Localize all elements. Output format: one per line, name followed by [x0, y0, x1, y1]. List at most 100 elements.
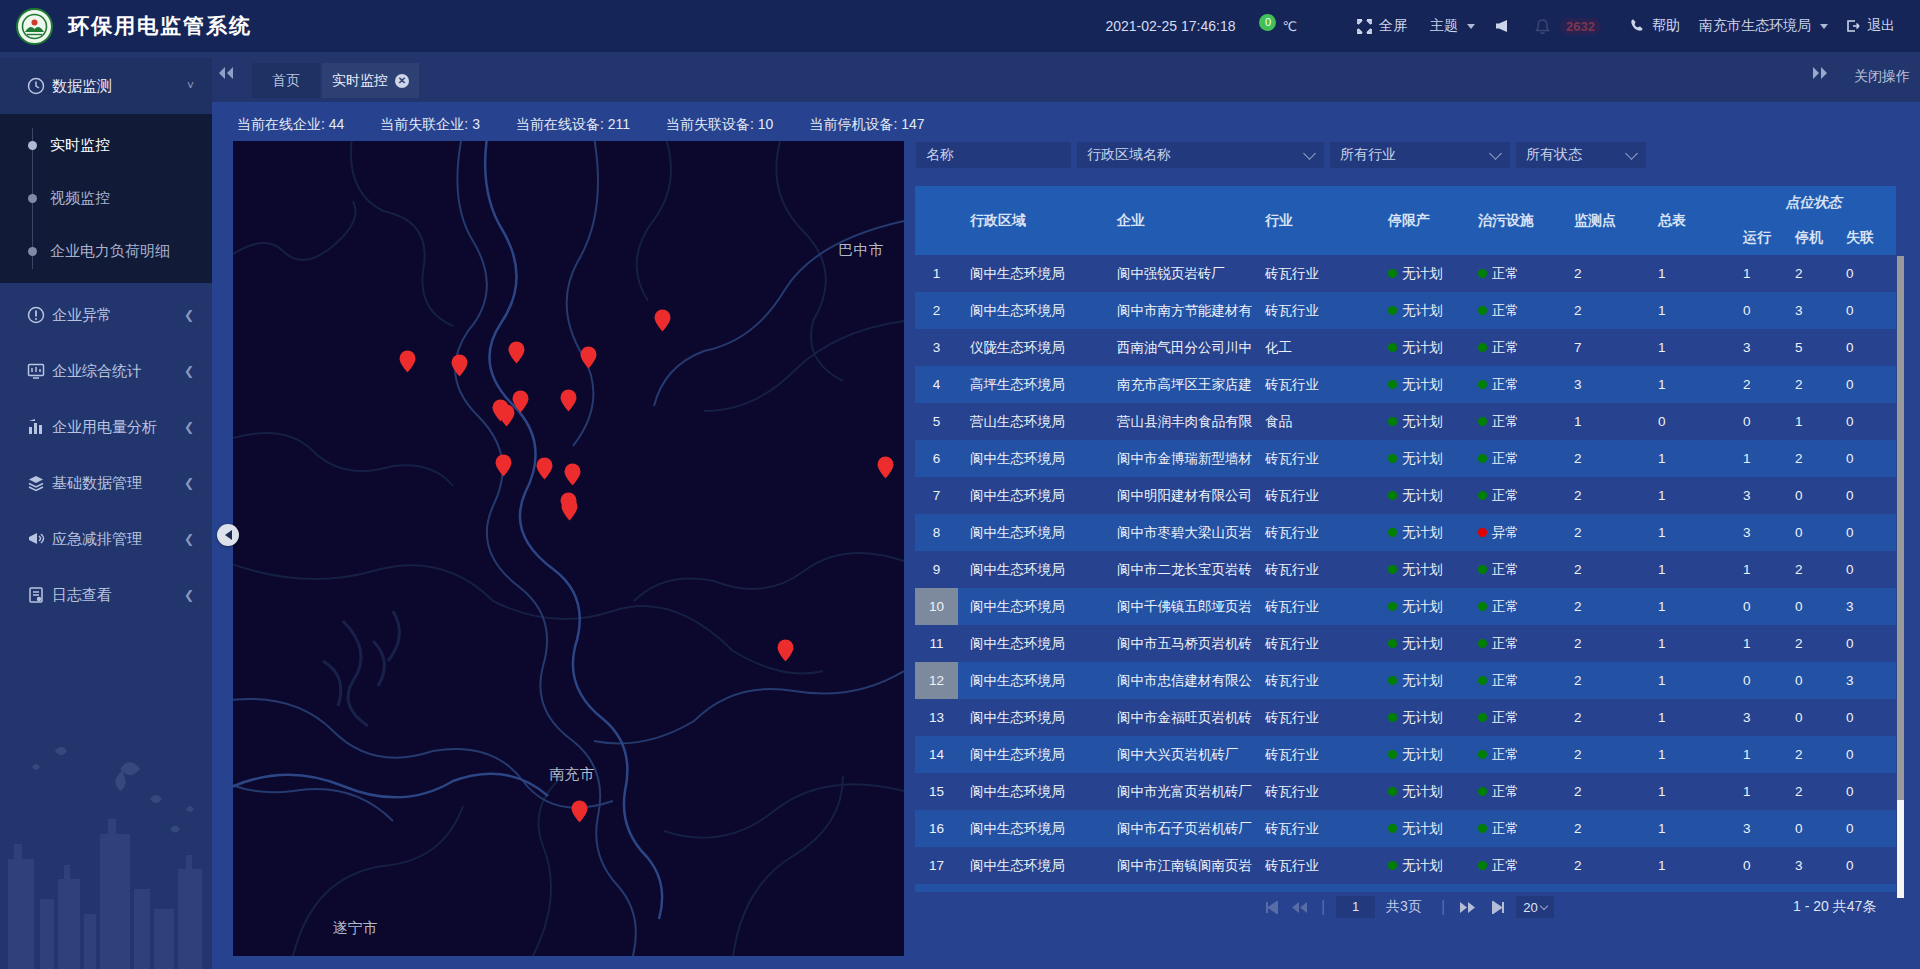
- map-pin[interactable]: [451, 354, 468, 377]
- cell-facility-status: 正常: [1466, 403, 1562, 440]
- table-row[interactable]: 12阆中生态环境局阆中市忠信建材有限公砖瓦行业无计划正常21003: [915, 662, 1896, 699]
- col-header-行业[interactable]: 行业: [1265, 186, 1293, 255]
- table-row[interactable]: 18南部生态环境局南部县砚华水泥有限公建材加工无计划正常60050: [915, 884, 1896, 892]
- help-button[interactable]: 帮助: [1631, 17, 1680, 35]
- logout-button[interactable]: 退出: [1846, 17, 1895, 35]
- next-page-button[interactable]: [1459, 894, 1476, 920]
- region-filter-select[interactable]: 行政区域名称: [1077, 142, 1324, 168]
- table-row[interactable]: 11阆中生态环境局阆中市五马桥页岩机砖砖瓦行业无计划正常21120: [915, 625, 1896, 662]
- cell-meters: 1: [1646, 847, 1731, 884]
- prev-page-button[interactable]: [1291, 894, 1308, 920]
- cell-lost: 0: [1834, 403, 1896, 440]
- sidebar-item-2[interactable]: 企业综合统计 ❮: [0, 343, 212, 399]
- sidebar-item-1[interactable]: 企业异常 ❮: [0, 287, 212, 343]
- sidebar-item-5[interactable]: 应急减排管理 ❮: [0, 511, 212, 567]
- table-row[interactable]: 4高坪生态环境局南充市高坪区王家店建砖瓦行业无计划正常31220: [915, 366, 1896, 403]
- notifications[interactable]: 2632: [1535, 18, 1601, 35]
- table-row[interactable]: 9阆中生态环境局阆中市二龙长宝页岩砖砖瓦行业无计划正常21120: [915, 551, 1896, 588]
- table-row[interactable]: 14阆中生态环境局阆中大兴页岩机砖厂砖瓦行业无计划正常21120: [915, 736, 1896, 773]
- map-pin[interactable]: [536, 457, 553, 480]
- map-pin[interactable]: [571, 800, 588, 823]
- table-row[interactable]: 1阆中生态环境局阆中强锐页岩砖厂砖瓦行业无计划正常21120: [915, 255, 1896, 292]
- map-pin[interactable]: [877, 456, 894, 479]
- cell-industry: 砖瓦行业: [1253, 847, 1376, 884]
- table-row[interactable]: 6阆中生态环境局阆中市金博瑞新型墙材砖瓦行业无计划正常21120: [915, 440, 1896, 477]
- map-pin[interactable]: [399, 350, 416, 373]
- map-pin[interactable]: [654, 309, 671, 332]
- sidebar-subitem-实时监控[interactable]: 实时监控: [0, 119, 212, 172]
- tabs-scroll-right-icon[interactable]: [1812, 66, 1828, 84]
- table-row[interactable]: 3仪陇生态环境局西南油气田分公司川中化工无计划正常71350: [915, 329, 1896, 366]
- status-filter-select[interactable]: 所有状态: [1516, 142, 1646, 168]
- chevron-left-icon: ❮: [184, 308, 194, 322]
- theme-dropdown[interactable]: 主题: [1430, 17, 1475, 35]
- map-pin[interactable]: [495, 454, 512, 477]
- name-filter-input[interactable]: 名称: [916, 142, 1071, 168]
- table-row[interactable]: 2阆中生态环境局阆中市南方节能建材有砖瓦行业无计划正常21030: [915, 292, 1896, 329]
- tab-close-icon[interactable]: ✕: [395, 74, 409, 88]
- status-dot-icon: [1478, 528, 1487, 537]
- table-row[interactable]: 5营山生态环境局营山县润丰肉食品有限食品无计划正常10010: [915, 403, 1896, 440]
- page-number-input[interactable]: [1336, 896, 1375, 918]
- sidebar-item-0[interactable]: 数据监测 ˅: [0, 58, 212, 114]
- city-label-巴中市: 巴中市: [839, 241, 884, 260]
- cell-stop: 0: [1783, 810, 1834, 847]
- cell-company: 阆中市金福旺页岩机砖: [1105, 699, 1253, 736]
- first-page-button[interactable]: [1264, 894, 1278, 920]
- status-dot-icon: [1388, 824, 1397, 833]
- phone-icon: [1631, 19, 1645, 33]
- tab-realtime-monitor[interactable]: 实时监控 ✕: [322, 63, 419, 98]
- map-pin[interactable]: [580, 346, 597, 369]
- total-pages-label: 共3页: [1386, 894, 1422, 920]
- table-row[interactable]: 16阆中生态环境局阆中市石子页岩机砖厂砖瓦行业无计划正常21300: [915, 810, 1896, 847]
- map-pin[interactable]: [561, 498, 578, 521]
- map-pin[interactable]: [560, 389, 577, 412]
- sidebar-subitem-企业电力负荷明细[interactable]: 企业电力负荷明细: [0, 225, 212, 278]
- cell-limit-status: 无计划: [1376, 292, 1466, 329]
- table-row[interactable]: 17阆中生态环境局阆中市江南镇阆南页岩砖瓦行业无计划正常21030: [915, 847, 1896, 884]
- sidebar-collapse-button[interactable]: [217, 524, 239, 546]
- map-pin[interactable]: [564, 463, 581, 486]
- col-header-失联[interactable]: 失联: [1846, 220, 1874, 255]
- tabs-scroll-left-icon[interactable]: [218, 66, 234, 84]
- sidebar-item-4[interactable]: 基础数据管理 ❮: [0, 455, 212, 511]
- cell-facility-status: 正常: [1466, 810, 1562, 847]
- table-row[interactable]: 13阆中生态环境局阆中市金福旺页岩机砖砖瓦行业无计划正常21300: [915, 699, 1896, 736]
- map-pin[interactable]: [777, 639, 794, 662]
- fullscreen-button[interactable]: 全屏: [1357, 17, 1407, 35]
- table-row[interactable]: 10阆中生态环境局阆中千佛镇五郎垭页岩砖瓦行业无计划正常21003: [915, 588, 1896, 625]
- map-pin[interactable]: [498, 404, 515, 427]
- industry-filter-select[interactable]: 所有行业: [1330, 142, 1510, 168]
- table-row[interactable]: 15阆中生态环境局阆中市光富页岩机砖厂砖瓦行业无计划正常21120: [915, 773, 1896, 810]
- table-scrollbar[interactable]: [1897, 256, 1904, 898]
- col-header-监测点[interactable]: 监测点: [1574, 186, 1616, 255]
- col-header-停机[interactable]: 停机: [1795, 220, 1823, 255]
- org-dropdown[interactable]: 南充市生态环境局: [1699, 17, 1828, 35]
- col-header-治污设施[interactable]: 治污设施: [1478, 186, 1534, 255]
- sidebar-item-3[interactable]: 企业用电量分析 ❮: [0, 399, 212, 455]
- map-panel[interactable]: 巴中市南充市遂宁市: [233, 141, 904, 956]
- scrollbar-thumb[interactable]: [1897, 256, 1904, 800]
- cell-company: 营山县润丰肉食品有限: [1105, 403, 1253, 440]
- col-header-行政区域[interactable]: 行政区域: [970, 186, 1026, 255]
- table-row[interactable]: 7阆中生态环境局阆中明阳建材有限公司砖瓦行业无计划正常21300: [915, 477, 1896, 514]
- cell-limit-status: 无计划: [1376, 440, 1466, 477]
- cell-lost: 0: [1834, 699, 1896, 736]
- col-header-停限产[interactable]: 停限产: [1388, 186, 1430, 255]
- cell-run: 1: [1731, 736, 1783, 773]
- col-header-总表[interactable]: 总表: [1658, 186, 1686, 255]
- chevron-left-icon: ❮: [184, 420, 194, 434]
- tab-home[interactable]: 首页: [252, 63, 320, 98]
- sidebar-subitem-视频监控[interactable]: 视频监控: [0, 172, 212, 225]
- close-operations-button[interactable]: 关闭操作: [1854, 52, 1910, 102]
- map-pin[interactable]: [508, 341, 525, 364]
- sidebar-item-6[interactable]: 日志查看 ❮: [0, 567, 212, 623]
- cell-points: 2: [1562, 773, 1646, 810]
- mute-button[interactable]: [1496, 20, 1507, 32]
- table-row[interactable]: 8阆中生态环境局阆中市枣碧大梁山页岩砖瓦行业无计划异常21300: [915, 514, 1896, 551]
- page-size-select[interactable]: 20: [1516, 896, 1554, 918]
- last-page-button[interactable]: [1492, 894, 1506, 920]
- cell-stop: 0: [1783, 514, 1834, 551]
- col-header-运行[interactable]: 运行: [1743, 220, 1771, 255]
- col-header-企业[interactable]: 企业: [1117, 186, 1145, 255]
